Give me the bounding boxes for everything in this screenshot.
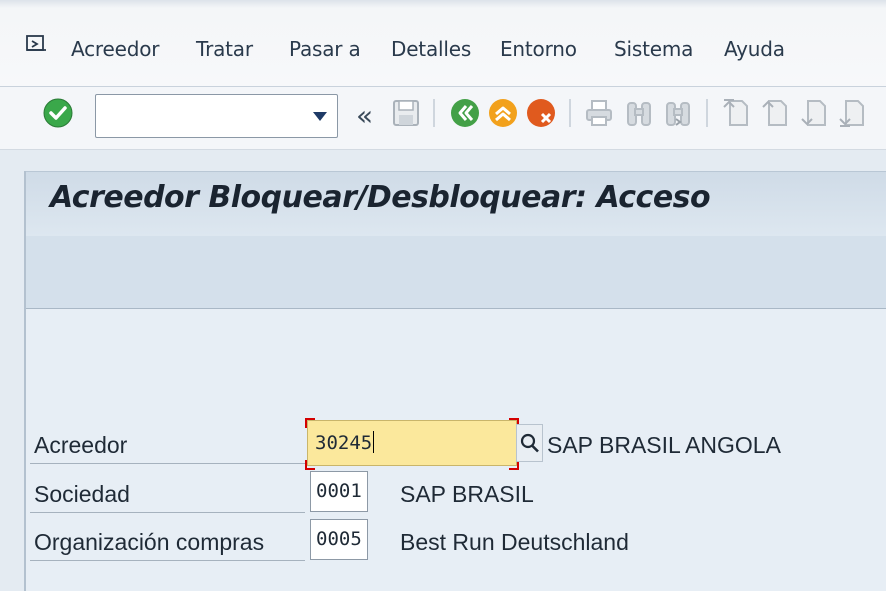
sociedad-value: 0001: [316, 480, 362, 502]
title-bar: Acreedor Bloquear/Desbloquear: Acceso: [26, 171, 886, 236]
row-underline: [30, 512, 305, 513]
row-underline: [30, 463, 305, 464]
command-input[interactable]: [102, 101, 306, 131]
required-marker: [305, 460, 315, 470]
first-page-icon[interactable]: [720, 97, 752, 129]
back-icon[interactable]: [449, 97, 481, 129]
collapse-double-arrow-icon[interactable]: «: [356, 99, 373, 132]
org-compras-value: 0005: [316, 528, 362, 550]
print-icon[interactable]: [583, 97, 615, 129]
menu-item-pasar-a[interactable]: Pasar a: [289, 37, 361, 61]
menu-bar: Acreedor Tratar Pasar a Detalles Entorno…: [0, 0, 886, 87]
acreedor-value: 30245: [315, 432, 373, 454]
toolbar-separator: [706, 99, 708, 127]
menu-icon[interactable]: [24, 32, 48, 56]
save-icon[interactable]: [390, 97, 422, 129]
cancel-icon[interactable]: [525, 97, 557, 129]
command-dropdown-icon[interactable]: [313, 112, 327, 121]
text-cursor: [373, 431, 375, 453]
previous-page-icon[interactable]: [759, 97, 791, 129]
menu-item-entorno[interactable]: Entorno: [500, 37, 577, 61]
acreedor-field[interactable]: 30245: [307, 420, 517, 466]
org-compras-description: Best Run Deutschland: [400, 529, 629, 555]
next-page-icon[interactable]: [798, 97, 830, 129]
standard-toolbar: «: [0, 87, 886, 150]
sociedad-field[interactable]: 0001: [310, 471, 368, 512]
toolbar-separator: [569, 99, 571, 127]
menu-item-sistema[interactable]: Sistema: [614, 37, 693, 61]
find-next-icon[interactable]: [662, 97, 694, 129]
find-icon[interactable]: [623, 97, 655, 129]
search-icon: [520, 433, 539, 453]
menu-item-tratar[interactable]: Tratar: [196, 37, 253, 61]
last-page-icon[interactable]: [836, 97, 868, 129]
acreedor-label: Acreedor: [34, 432, 128, 458]
toolbar-separator: [433, 99, 435, 127]
menu-item-acreedor[interactable]: Acreedor: [71, 37, 159, 61]
application-toolbar: [26, 236, 886, 309]
org-compras-field[interactable]: 0005: [310, 519, 368, 560]
exit-icon[interactable]: [487, 97, 519, 129]
enter-check-icon[interactable]: [42, 97, 74, 129]
sociedad-label: Sociedad: [34, 481, 130, 507]
org-compras-label: Organización compras: [34, 529, 265, 555]
command-field[interactable]: [95, 94, 338, 138]
row-underline: [30, 560, 305, 561]
sociedad-description: SAP BRASIL: [400, 481, 534, 507]
required-marker: [305, 418, 315, 428]
page-title: Acreedor Bloquear/Desbloquear: Acceso: [50, 180, 711, 215]
menu-item-ayuda[interactable]: Ayuda: [724, 37, 785, 61]
acreedor-description: SAP BRASIL ANGOLA: [547, 432, 781, 458]
search-help-button[interactable]: [516, 424, 543, 462]
menu-item-detalles[interactable]: Detalles: [391, 37, 471, 61]
